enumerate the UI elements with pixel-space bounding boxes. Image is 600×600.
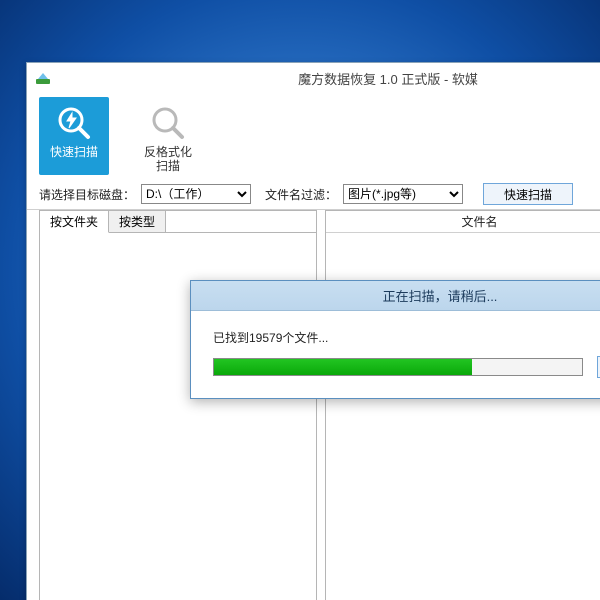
disk-select[interactable]: D:\（工作）	[141, 184, 251, 204]
quick-scan-button[interactable]: 快速扫描	[483, 183, 573, 205]
tool-unformat-scan[interactable]: 反格式化 扫描	[133, 97, 203, 173]
scan-progress-dialog: 正在扫描，请稍后... 已找到19579个文件... 停止	[190, 280, 600, 399]
progress-row: 停止	[213, 356, 600, 378]
progress-fill	[214, 359, 472, 375]
dialog-body: 已找到19579个文件... 停止	[191, 311, 600, 398]
magnifier-icon	[148, 103, 188, 143]
tool-label: 反格式化 扫描	[144, 145, 192, 173]
magnifier-bolt-icon	[54, 103, 94, 143]
tab-by-type[interactable]: 按类型	[109, 211, 166, 232]
file-list-header: 文件名 大小 完整	[326, 211, 600, 233]
dialog-title[interactable]: 正在扫描，请稍后...	[191, 281, 600, 311]
filter-bar: 请选择目标磁盘： D:\（工作） 文件名过滤： 图片(*.jpg等) 快速扫描	[27, 179, 600, 209]
left-pane: 按文件夹 按类型	[39, 210, 317, 600]
progress-bar	[213, 358, 583, 376]
tool-label: 快速扫描	[50, 145, 98, 159]
tab-by-folder[interactable]: 按文件夹	[40, 211, 109, 233]
right-pane: 文件名 大小 完整	[325, 210, 600, 600]
titlebar[interactable]: 魔方数据恢复 1.0 正式版 - 软媒	[27, 63, 600, 93]
app-icon	[35, 70, 51, 86]
desktop-background: 魔方数据恢复 1.0 正式版 - 软媒 快速扫描	[0, 0, 600, 600]
tool-quick-scan[interactable]: 快速扫描	[39, 97, 109, 175]
window-title: 魔方数据恢复 1.0 正式版 - 软媒	[59, 69, 600, 88]
left-tabs: 按文件夹 按类型	[40, 211, 316, 233]
toolbar: 快速扫描 反格式化 扫描	[27, 93, 600, 179]
name-filter-select[interactable]: 图片(*.jpg等)	[343, 184, 463, 204]
col-filename[interactable]: 文件名	[326, 211, 600, 232]
disk-label: 请选择目标磁盘：	[39, 186, 135, 203]
scan-status-text: 已找到19579个文件...	[213, 329, 600, 346]
main-area: 按文件夹 按类型 文件名 大小 完整	[27, 209, 600, 600]
name-filter-label: 文件名过滤：	[265, 186, 337, 203]
